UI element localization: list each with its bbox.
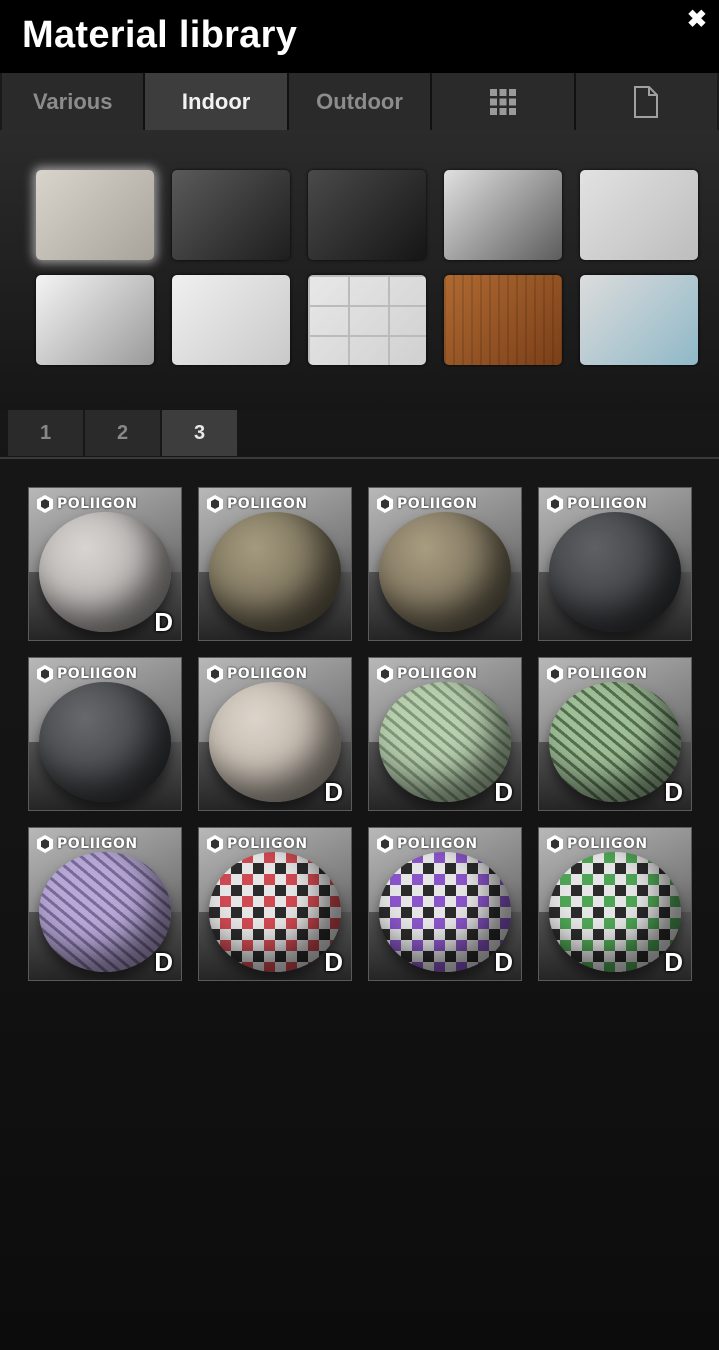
poliigon-logo: POLIIGON [206, 834, 308, 854]
material-thumbnail[interactable]: POLIIGON D [538, 657, 692, 811]
download-badge: D [324, 947, 343, 977]
grid-icon [489, 88, 516, 115]
poliigon-logo: POLIIGON [376, 494, 478, 514]
document-icon [634, 85, 659, 118]
material-swatch-tiles[interactable] [308, 275, 426, 365]
brand-label: POLIIGON [227, 666, 308, 682]
material-swatch-leather[interactable] [308, 170, 426, 260]
material-sphere [209, 512, 341, 632]
poliigon-logo: POLIIGON [546, 494, 648, 514]
poliigon-logo: POLIIGON [36, 664, 138, 684]
download-badge: D [154, 947, 173, 977]
page-tab-3[interactable]: 3 [162, 410, 237, 456]
material-thumbnail[interactable]: POLIIGON D [198, 827, 352, 981]
brand-label: POLIIGON [567, 836, 648, 852]
material-swatch-plaster[interactable] [580, 170, 698, 260]
material-swatch-glossy-dark[interactable] [172, 170, 290, 260]
material-swatch-grid [0, 130, 719, 410]
material-thumbnail[interactable]: POLIIGON D [368, 657, 522, 811]
poliigon-logo: POLIIGON [546, 664, 648, 684]
poliigon-logo: POLIIGON [376, 664, 478, 684]
poliigon-hex-icon [377, 665, 393, 683]
download-badge: D [494, 947, 513, 977]
material-thumbnail[interactable]: POLIIGON D [368, 827, 522, 981]
download-badge: D [664, 777, 683, 807]
poliigon-hex-icon [37, 835, 53, 853]
material-swatch-glass[interactable] [580, 275, 698, 365]
tab-grid-view[interactable] [432, 73, 576, 130]
tab-outdoor[interactable]: Outdoor [288, 73, 433, 130]
category-tabs: Various Indoor Outdoor [2, 73, 718, 130]
brand-label: POLIIGON [397, 836, 478, 852]
download-badge: D [664, 947, 683, 977]
tab-indoor[interactable]: Indoor [145, 73, 289, 130]
material-thumbnail[interactable]: POLIIGON [368, 487, 522, 641]
brand-label: POLIIGON [57, 666, 138, 682]
material-sphere [379, 682, 511, 802]
download-badge: D [154, 607, 173, 637]
brand-label: POLIIGON [567, 666, 648, 682]
poliigon-logo: POLIIGON [206, 494, 308, 514]
material-thumbnail[interactable]: POLIIGON [28, 657, 182, 811]
material-thumbnail[interactable]: POLIIGON D [28, 487, 182, 641]
poliigon-logo: POLIIGON [36, 834, 138, 854]
close-icon[interactable]: ✖ [687, 5, 707, 34]
poliigon-logo: POLIIGON [36, 494, 138, 514]
tab-various[interactable]: Various [2, 73, 146, 130]
material-thumbnail[interactable]: POLIIGON D [198, 657, 352, 811]
material-thumbnail[interactable]: POLIIGON [198, 487, 352, 641]
material-thumbnail[interactable]: POLIIGON D [28, 827, 182, 981]
page-tab-2[interactable]: 2 [85, 410, 160, 456]
poliigon-logo: POLIIGON [546, 834, 648, 854]
poliigon-hex-icon [207, 665, 223, 683]
material-sphere [39, 682, 171, 802]
header: Material library ✖ [0, 0, 719, 73]
poliigon-hex-icon [37, 665, 53, 683]
brand-label: POLIIGON [397, 666, 478, 682]
poliigon-hex-icon [547, 835, 563, 853]
poliigon-hex-icon [207, 495, 223, 513]
download-badge: D [324, 777, 343, 807]
poliigon-hex-icon [547, 495, 563, 513]
material-library-panel: Material library ✖ Various Indoor Outdoo… [0, 0, 719, 1350]
material-sphere [39, 852, 171, 972]
poliigon-logo: POLIIGON [376, 834, 478, 854]
material-swatch-wood[interactable] [444, 275, 562, 365]
tab-custom-file[interactable] [575, 73, 718, 130]
panel-title: Material library [22, 14, 298, 56]
poliigon-logo: POLIIGON [206, 664, 308, 684]
brand-label: POLIIGON [397, 496, 478, 512]
poliigon-hex-icon [37, 495, 53, 513]
material-sphere [39, 512, 171, 632]
material-sphere [549, 682, 681, 802]
material-swatch-brushed-metal[interactable] [444, 170, 562, 260]
material-sphere [209, 682, 341, 802]
page-tabs: 1 2 3 [0, 410, 719, 459]
poliigon-hex-icon [377, 495, 393, 513]
brand-label: POLIIGON [567, 496, 648, 512]
material-swatch-fabric[interactable] [36, 170, 154, 260]
material-sphere [549, 852, 681, 972]
brand-label: POLIIGON [57, 496, 138, 512]
page-tab-1[interactable]: 1 [8, 410, 83, 456]
brand-label: POLIIGON [227, 496, 308, 512]
poliigon-hex-icon [547, 665, 563, 683]
poliigon-hex-icon [207, 835, 223, 853]
material-sphere [379, 512, 511, 632]
brand-label: POLIIGON [227, 836, 308, 852]
material-sphere [549, 512, 681, 632]
material-swatch-marble[interactable] [172, 275, 290, 365]
brand-label: POLIIGON [57, 836, 138, 852]
download-badge: D [494, 777, 513, 807]
material-sphere [379, 852, 511, 972]
material-swatch-glossy-white[interactable] [36, 275, 154, 365]
poliigon-hex-icon [377, 835, 393, 853]
material-sphere [209, 852, 341, 972]
material-thumbnail[interactable]: POLIIGON D [538, 827, 692, 981]
material-thumbnail[interactable]: POLIIGON [538, 487, 692, 641]
